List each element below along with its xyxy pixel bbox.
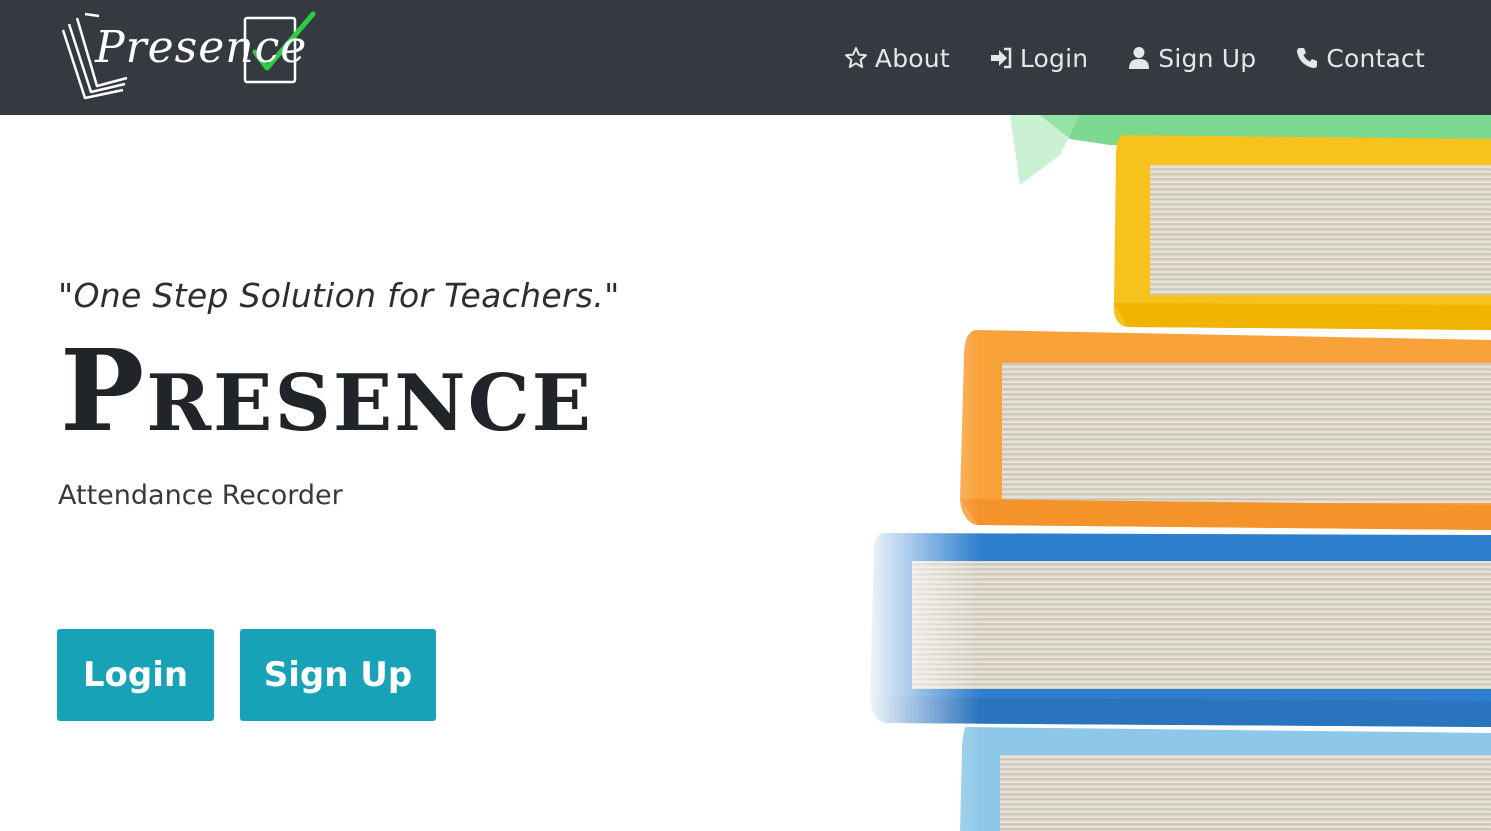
nav-login-link[interactable]: Login: [988, 44, 1088, 73]
nav-about-link[interactable]: About: [843, 44, 950, 73]
nav-login-label: Login: [1019, 43, 1089, 73]
phone-icon: [1294, 45, 1320, 71]
star-icon: [843, 45, 869, 71]
nav-contact-link[interactable]: Contact: [1294, 44, 1425, 73]
nav-signup-label: Sign Up: [1158, 43, 1257, 73]
hero-tagline: "One Step Solution for Teachers.": [58, 276, 620, 315]
hero-title: Presence: [60, 326, 594, 457]
sign-in-icon: [988, 45, 1014, 71]
nav-about-label: About: [874, 43, 950, 73]
login-button[interactable]: Login: [57, 629, 214, 721]
user-icon: [1126, 45, 1152, 71]
signup-button[interactable]: Sign Up: [240, 629, 436, 721]
hero-subtitle: Attendance Recorder: [58, 480, 343, 511]
books-stack-image: [860, 115, 1491, 831]
navbar: Presence About Login Sign Up Contact: [0, 0, 1491, 115]
nav-signup-link[interactable]: Sign Up: [1126, 44, 1256, 73]
brand-logo[interactable]: Presence: [55, 10, 320, 102]
nav-contact-label: Contact: [1326, 43, 1425, 73]
nav-menu: About Login Sign Up Contact: [843, 38, 1425, 78]
logo-text: Presence: [95, 22, 308, 73]
